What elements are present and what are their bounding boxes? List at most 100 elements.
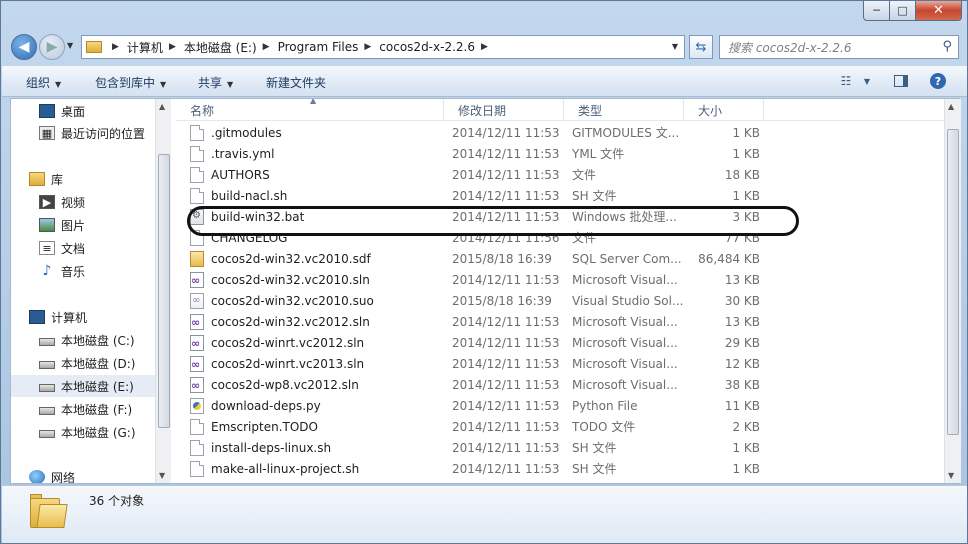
table-row[interactable]: AUTHORS 2014/12/11 11:53 文件 18 KB (176, 164, 944, 185)
table-row[interactable]: download-deps.py 2014/12/11 11:53 Python F… (176, 395, 944, 416)
file-size: 38 KB (724, 377, 760, 392)
recent-pages-dropdown[interactable]: ▼ (67, 41, 73, 50)
file-list-scrollbar[interactable]: ▲ ▼ (944, 99, 961, 483)
scroll-down-icon[interactable]: ▼ (159, 471, 165, 480)
nav-item-computer[interactable]: 计算机 (29, 306, 87, 328)
minimize-button[interactable]: ─ (863, 1, 890, 21)
scroll-up-icon[interactable]: ▲ (948, 102, 954, 111)
refresh-button[interactable]: ⇆ (689, 35, 713, 59)
navigation-scrollbar[interactable]: ▲ ▼ (155, 99, 171, 483)
nav-item-label: 图片 (61, 218, 86, 233)
file-size: 2 KB (732, 419, 760, 434)
folder-icon (30, 494, 68, 528)
breadcrumb-drive-e[interactable]: 本地磁盘 (E:) (184, 39, 257, 56)
table-row[interactable]: install-deps-linux.sh 2014/12/11 11:53 SH … (176, 437, 944, 458)
nav-item-pictures[interactable]: 图片 (39, 214, 85, 236)
table-row[interactable]: cocos2d-win32.vc2010.sln 2014/12/11 11:53… (176, 269, 944, 290)
breadcrumb-program-files[interactable]: Program Files (278, 40, 359, 54)
scrollbar-thumb[interactable] (158, 154, 170, 428)
forward-button[interactable]: ▶ (39, 34, 65, 60)
file-type: SH 文件 (572, 441, 617, 455)
file-type: Microsoft Visual... (572, 335, 678, 350)
nav-item-desktop[interactable]: 桌面 (39, 100, 85, 122)
document-icon (190, 187, 204, 204)
recent-places-icon: ▦ (39, 126, 55, 140)
table-row[interactable]: make-all-linux-project.sh 2014/12/11 11:5… (176, 458, 944, 479)
organize-button[interactable]: 组织 ▼ (26, 74, 61, 91)
file-date: 2014/12/11 11:53 (452, 356, 560, 371)
file-size: 1 KB (732, 125, 760, 140)
breadcrumb-separator[interactable]: ▶ (481, 42, 488, 52)
document-icon (190, 166, 204, 183)
view-options-button[interactable]: ☷ (838, 71, 854, 91)
breadcrumb-separator[interactable]: ▶ (169, 42, 176, 52)
nav-item-drive-e[interactable]: 本地磁盘 (E:) (11, 375, 155, 397)
scrollbar-thumb[interactable] (947, 129, 959, 435)
nav-item-drive-g[interactable]: 本地磁盘 (G:) (39, 421, 136, 443)
scroll-up-icon[interactable]: ▲ (159, 102, 165, 111)
table-row[interactable]: .travis.yml 2014/12/11 11:53 YML 文件 1 KB (176, 143, 944, 164)
preview-pane-button[interactable] (892, 71, 910, 91)
table-row[interactable]: cocos2d-winrt.vc2012.sln 2014/12/11 11:53… (176, 332, 944, 353)
nav-item-label: 本地磁盘 (C:) (61, 333, 135, 348)
help-button[interactable]: ? (928, 71, 948, 91)
table-row[interactable]: cocos2d-win32.vc2010.suo 2015/8/18 16:39 V… (176, 290, 944, 311)
table-row[interactable]: build-nacl.sh 2014/12/11 11:53 SH 文件 1 KB (176, 185, 944, 206)
nav-item-network[interactable]: 网络 (29, 466, 75, 483)
file-name-cell: cocos2d-wp8.vc2012.sln (190, 374, 446, 395)
column-header-date[interactable]: 修改日期 (444, 99, 564, 121)
table-row[interactable]: .gitmodules 2014/12/11 11:53 GITMODULES 文.… (176, 122, 944, 143)
file-type: SQL Server Com... (572, 251, 682, 266)
breadcrumb-separator[interactable]: ▶ (263, 42, 270, 52)
table-row[interactable]: Emscripten.TODO 2014/12/11 11:53 TODO 文件 2 … (176, 416, 944, 437)
search-input[interactable]: 搜索 cocos2d-x-2.2.6 ⚲ (719, 35, 959, 59)
breadcrumb-cocos2d[interactable]: cocos2d-x-2.2.6 (379, 40, 475, 54)
close-button[interactable]: ✕ (916, 1, 962, 21)
column-header-size[interactable]: 大小 (684, 99, 764, 121)
breadcrumb-separator[interactable]: ▶ (364, 42, 371, 52)
file-name: cocos2d-win32.vc2012.sln (211, 314, 370, 329)
nav-item-libraries[interactable]: 库 (29, 168, 63, 190)
document-icon (190, 145, 204, 162)
scroll-down-icon[interactable]: ▼ (948, 471, 954, 480)
column-header-label: 大小 (698, 103, 723, 118)
search-icon[interactable]: ⚲ (942, 39, 952, 54)
nav-item-music[interactable]: ♪ 音乐 (39, 260, 85, 282)
table-row[interactable]: cocos2d-win32.vc2012.sln 2014/12/11 11:53… (176, 311, 944, 332)
file-type: Python File (572, 398, 638, 413)
view-dropdown[interactable]: ▼ (860, 71, 874, 91)
file-date: 2015/8/18 16:39 (452, 251, 552, 266)
breadcrumb-computer[interactable]: 计算机 (127, 39, 163, 56)
caption-buttons: ─ □ ✕ (863, 1, 962, 21)
computer-icon (29, 310, 45, 324)
chevron-down-icon[interactable]: ▼ (672, 42, 678, 51)
nav-item-videos[interactable]: ▶ 视频 (39, 191, 85, 213)
nav-item-drive-f[interactable]: 本地磁盘 (F:) (39, 398, 132, 420)
chevron-down-icon: ▼ (55, 80, 62, 89)
table-row[interactable]: cocos2d-wp8.vc2012.sln 2014/12/11 11:53 Mi… (176, 374, 944, 395)
address-bar[interactable]: ▶ 计算机 ▶ 本地磁盘 (E:) ▶ Program Files ▶ coco… (81, 35, 685, 59)
nav-item-drive-d[interactable]: 本地磁盘 (D:) (39, 352, 135, 374)
pictures-library-icon (39, 218, 55, 232)
file-name: .gitmodules (211, 125, 282, 140)
include-in-library-button[interactable]: 包含到库中 ▼ (95, 74, 166, 91)
maximize-button[interactable]: □ (890, 1, 916, 21)
breadcrumb-separator[interactable]: ▶ (112, 42, 119, 52)
file-name: AUTHORS (211, 167, 270, 182)
file-type: SH 文件 (572, 189, 617, 203)
back-button[interactable]: ◀ (11, 34, 37, 60)
new-folder-button[interactable]: 新建文件夹 (266, 74, 326, 91)
nav-item-drive-c[interactable]: 本地磁盘 (C:) (39, 329, 135, 351)
file-name: cocos2d-winrt.vc2012.sln (211, 335, 365, 350)
share-button[interactable]: 共享 ▼ (198, 74, 233, 91)
column-header-name[interactable]: 名称 (176, 99, 444, 121)
file-name-cell: build-nacl.sh (190, 185, 446, 206)
column-header-type[interactable]: 类型 (564, 99, 684, 121)
table-row[interactable]: cocos2d-win32.vc2010.sdf 2015/8/18 16:39 S… (176, 248, 944, 269)
nav-item-documents[interactable]: ≡ 文档 (39, 237, 85, 259)
table-row[interactable]: cocos2d-winrt.vc2013.sln 2014/12/11 11:53… (176, 353, 944, 374)
nav-item-recent-places[interactable]: ▦ 最近访问的位置 (39, 122, 145, 144)
file-date: 2014/12/11 11:53 (452, 419, 560, 434)
include-in-library-label: 包含到库中 (95, 76, 156, 90)
file-date: 2014/12/11 11:53 (452, 440, 560, 455)
